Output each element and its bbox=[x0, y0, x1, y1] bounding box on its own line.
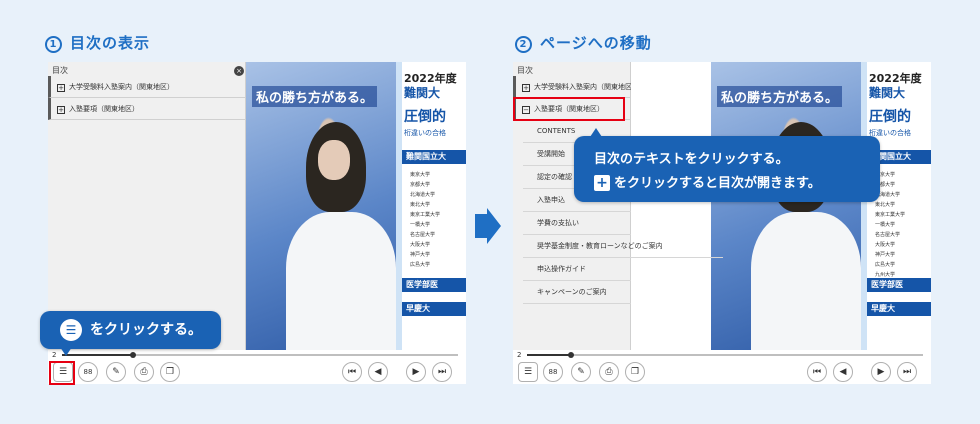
last-page-button[interactable]: ⏭ bbox=[897, 362, 917, 382]
university: 広島大学 bbox=[875, 262, 896, 268]
page-number: 2 bbox=[517, 351, 522, 359]
slider-knob[interactable] bbox=[130, 352, 136, 358]
toc-item-label: 入塾要項（関東地区） bbox=[69, 105, 139, 113]
university: 北海道大学 bbox=[410, 192, 436, 198]
first-page-button[interactable]: ⏮ bbox=[342, 362, 362, 382]
slider-fill bbox=[62, 354, 133, 356]
toc-subitem[interactable]: 申込操作ガイド bbox=[523, 258, 631, 281]
callout2-line2: + をクリックすると目次が開きます。 bbox=[594, 172, 821, 191]
university: 神戸大学 bbox=[410, 252, 431, 258]
prev-page-button[interactable]: ◀ bbox=[833, 362, 853, 382]
page-number: 2 bbox=[52, 351, 57, 359]
thumbnails-button[interactable]: 88 bbox=[543, 362, 563, 382]
university: 広島大学 bbox=[410, 262, 431, 268]
step1-title: 目次の表示 bbox=[70, 34, 151, 52]
highlight-toc-button bbox=[49, 361, 75, 385]
university: 東京工業大学 bbox=[410, 212, 441, 218]
book-slogan: 私の勝ち方がある。 bbox=[717, 86, 843, 107]
callout1-tail bbox=[60, 347, 72, 356]
book-sub: 桁違いの合格 bbox=[404, 129, 446, 137]
toc-item-label: 大学受験料入塾案内（関東地区） bbox=[534, 83, 631, 91]
person-shirt bbox=[286, 212, 396, 350]
book-sub: 桁違いの合格 bbox=[869, 129, 911, 137]
university: 東北大学 bbox=[410, 202, 431, 208]
toc-item-requirements[interactable]: + 入塾要項（関東地区） bbox=[48, 98, 246, 120]
close-icon[interactable]: × bbox=[234, 66, 244, 76]
next-page-button[interactable]: ▶ bbox=[871, 362, 891, 382]
bookmark-icon[interactable]: ✎ bbox=[106, 362, 126, 382]
toc-title: 目次 bbox=[517, 66, 533, 75]
slider-fill bbox=[527, 354, 571, 356]
book-bar-2: 医学部医 bbox=[867, 278, 931, 292]
highlight-toc-item bbox=[513, 97, 625, 121]
university: 東京大学 bbox=[410, 172, 431, 178]
callout-click-toc-text: 目次のテキストをクリックする。 + をクリックすると目次が開きます。 bbox=[574, 128, 880, 202]
plus-icon: + bbox=[594, 175, 610, 191]
toc-item-admission-guide[interactable]: + 大学受験料入塾案内（関東地区） bbox=[48, 76, 246, 98]
university: 東京工業大学 bbox=[875, 212, 906, 218]
university: 神戸大学 bbox=[875, 252, 896, 258]
list-icon: ☰ bbox=[60, 319, 82, 341]
callout2-line2-text: をクリックすると目次が開きます。 bbox=[614, 176, 821, 191]
print-icon[interactable]: ⎙ bbox=[599, 362, 619, 382]
book-title: 難関大 bbox=[404, 86, 441, 100]
document-icon[interactable]: ❐ bbox=[625, 362, 645, 382]
step2-number: 2 bbox=[515, 36, 532, 53]
book-title: 難関大 bbox=[869, 86, 906, 100]
first-page-button[interactable]: ⏮ bbox=[807, 362, 827, 382]
callout-click-toc: ☰ をクリックする。 bbox=[40, 311, 221, 356]
university: 東北大学 bbox=[875, 202, 896, 208]
step1-number: 1 bbox=[45, 36, 62, 53]
book-page: 私の勝ち方がある。 2022年度 難関大 圧倒的 桁違いの合格 難関国立大 東京… bbox=[246, 62, 466, 350]
university: 一橋大学 bbox=[875, 222, 896, 228]
plus-icon[interactable]: + bbox=[522, 84, 530, 92]
document-icon[interactable]: ❐ bbox=[160, 362, 180, 382]
university: 大阪大学 bbox=[875, 242, 896, 248]
step2-title: ページへの移動 bbox=[540, 34, 652, 52]
toc-title: 目次 bbox=[52, 66, 68, 75]
university: 名古屋大学 bbox=[410, 232, 436, 238]
university: 名古屋大学 bbox=[875, 232, 901, 238]
university: 一橋大学 bbox=[410, 222, 431, 228]
plus-icon[interactable]: + bbox=[57, 106, 65, 114]
print-icon[interactable]: ⎙ bbox=[134, 362, 154, 382]
toc-item-admission-guide[interactable]: + 大学受験料入塾案内（関東地区） bbox=[513, 76, 631, 98]
callout1-text: をクリックする。 bbox=[90, 322, 202, 338]
toc-button[interactable]: ☰ bbox=[518, 362, 538, 382]
toc-panel: 目次 × + 大学受験料入塾案内（関東地区） + 入塾要項（関東地区） bbox=[48, 62, 246, 350]
university: 大阪大学 bbox=[410, 242, 431, 248]
toc-subitem[interactable]: 学費の支払い bbox=[523, 212, 631, 235]
page-slider[interactable] bbox=[527, 352, 923, 358]
prev-page-button[interactable]: ◀ bbox=[368, 362, 388, 382]
book-bar-2: 医学部医 bbox=[402, 278, 466, 292]
university-list: 東京大学 京都大学 北海道大学 東北大学 東京工業大学 一橋大学 名古屋大学 大… bbox=[410, 170, 440, 270]
step1-heading: 1 目次の表示 bbox=[45, 32, 150, 53]
book-page: 私の勝ち方がある。 2022年度 難関大 圧倒的 桁違いの合格 難関国立大 東京… bbox=[711, 62, 931, 350]
bookmark-icon[interactable]: ✎ bbox=[571, 362, 591, 382]
toc-subitem[interactable]: キャンペーンのご案内 bbox=[523, 281, 631, 304]
thumbnails-button[interactable]: 88 bbox=[78, 362, 98, 382]
plus-icon[interactable]: + bbox=[57, 84, 65, 92]
step2-heading: 2 ページへの移動 bbox=[515, 32, 652, 53]
callout2-line1: 目次のテキストをクリックする。 bbox=[594, 152, 789, 167]
callout2-tail bbox=[590, 128, 602, 137]
person-face bbox=[318, 140, 350, 180]
next-page-button[interactable]: ▶ bbox=[406, 362, 426, 382]
university: 京都大学 bbox=[410, 182, 431, 188]
book-big: 圧倒的 bbox=[404, 109, 446, 125]
person-shirt bbox=[751, 212, 861, 350]
book-bar-3: 早慶大 bbox=[867, 302, 931, 316]
last-page-button[interactable]: ⏭ bbox=[432, 362, 452, 382]
toc-subitem[interactable]: 奨学基金制度・教育ローンなどのご案内 bbox=[523, 235, 723, 258]
book-big: 圧倒的 bbox=[869, 109, 911, 125]
slider-knob[interactable] bbox=[568, 352, 574, 358]
toc-item-label: 大学受験料入塾案内（関東地区） bbox=[69, 83, 174, 91]
book-slogan: 私の勝ち方がある。 bbox=[252, 86, 378, 107]
page-slider[interactable] bbox=[62, 352, 458, 358]
book-bar-1: 難関国立大 bbox=[402, 150, 466, 164]
arrow-right-icon bbox=[475, 208, 501, 244]
book-bar-3: 早慶大 bbox=[402, 302, 466, 316]
